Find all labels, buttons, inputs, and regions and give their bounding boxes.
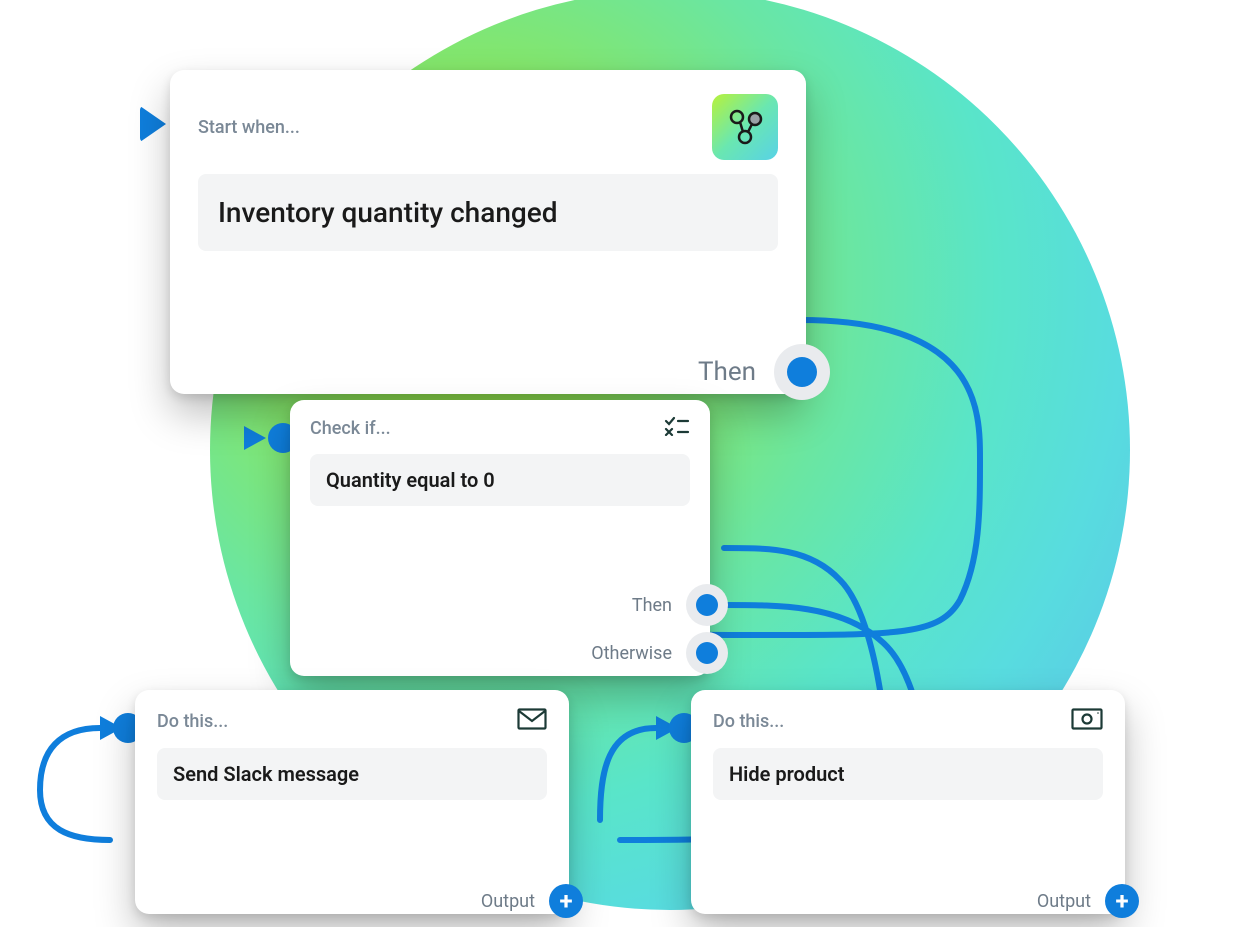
condition-otherwise-label: Otherwise — [591, 643, 672, 664]
action-b-content[interactable]: Hide product — [713, 748, 1103, 800]
action-a-output-label: Output — [481, 891, 535, 912]
action-b-header: Do this... — [713, 711, 784, 732]
action-a-card[interactable]: Do this... Send Slack message Output + — [135, 690, 569, 914]
action-b-add-output[interactable]: + — [1105, 884, 1139, 918]
trigger-then-port[interactable] — [774, 344, 830, 400]
trigger-card[interactable]: Start when... Inventory quantity changed… — [170, 70, 806, 394]
condition-otherwise-port[interactable] — [686, 632, 728, 674]
condition-card[interactable]: Check if... Quantity equal to 0 Then Oth… — [290, 400, 710, 676]
condition-content[interactable]: Quantity equal to 0 — [310, 454, 690, 506]
cash-icon — [1071, 708, 1103, 734]
flow-app-icon — [712, 94, 778, 160]
trigger-then-label: Then — [698, 357, 756, 387]
action-a-add-output[interactable]: + — [549, 884, 583, 918]
action-a-content[interactable]: Send Slack message — [157, 748, 547, 800]
trigger-content[interactable]: Inventory quantity changed — [198, 174, 778, 251]
condition-then-label: Then — [632, 595, 672, 616]
envelope-icon — [517, 708, 547, 734]
condition-icon — [664, 416, 690, 440]
action-b-card[interactable]: Do this... Hide product Output + — [691, 690, 1125, 914]
start-indicator-icon — [140, 106, 166, 142]
trigger-header: Start when... — [198, 117, 300, 138]
action-b-output-label: Output — [1037, 891, 1091, 912]
condition-header: Check if... — [310, 418, 391, 439]
condition-then-port[interactable] — [686, 584, 728, 626]
action-a-header: Do this... — [157, 711, 228, 732]
